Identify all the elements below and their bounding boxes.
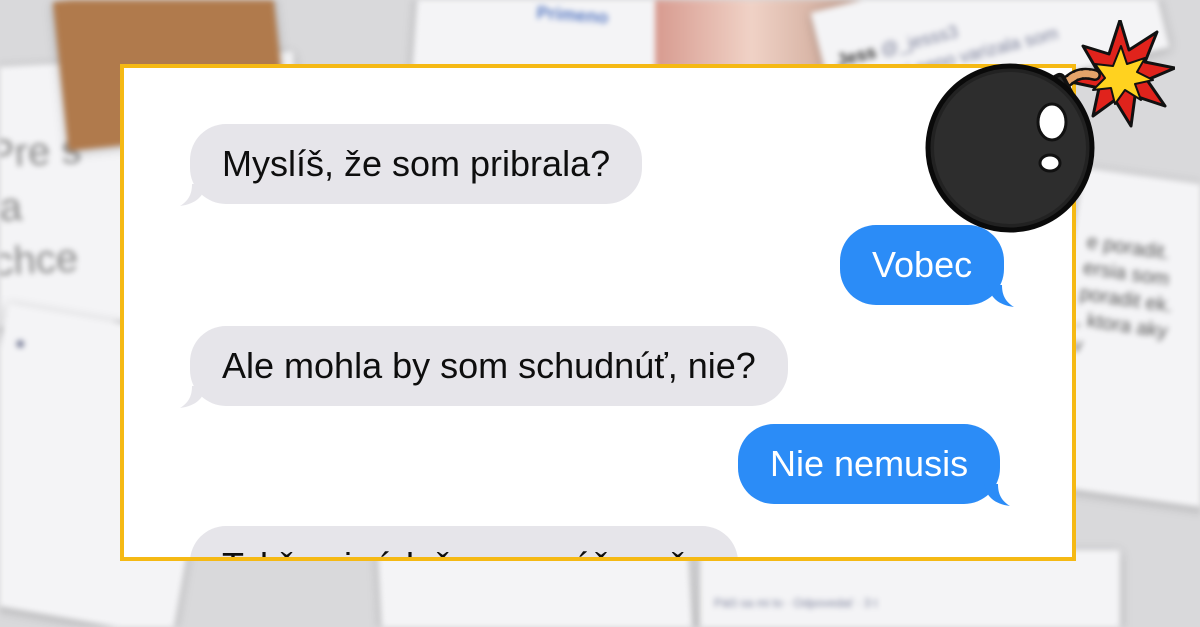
message-incoming: Ale mohla by som schudnúť, nie? xyxy=(180,326,788,408)
bg-comment-actions: Páči sa mi to · Odpovedať · 3 t xyxy=(714,596,878,610)
bubble-tail-icon xyxy=(180,184,206,206)
message-text: Myslíš, že som pribrala? xyxy=(222,143,611,184)
message-text: Ale mohla by som schudnúť, nie? xyxy=(222,345,756,386)
message-text: Vobec xyxy=(872,244,973,285)
message-incoming: Takže si rád, že ma máš za če xyxy=(190,526,739,558)
bubble-tail-icon xyxy=(180,386,206,408)
bubble-tail-icon xyxy=(988,285,1015,307)
message-outgoing: Nie nemusis xyxy=(738,424,1011,506)
message-text: Takže si rád, že ma máš za če xyxy=(222,545,706,558)
bg-top-card-brand: Primeno xyxy=(535,2,610,28)
bg-card-bottom-comment: Páči sa mi to · Odpovedať · 3 t xyxy=(700,550,1120,627)
message-text: Nie nemusis xyxy=(770,443,969,484)
bomb-icon xyxy=(925,20,1175,233)
message-incoming: Myslíš, že som pribrala? xyxy=(180,124,643,206)
bubble-tail-icon xyxy=(984,484,1011,506)
